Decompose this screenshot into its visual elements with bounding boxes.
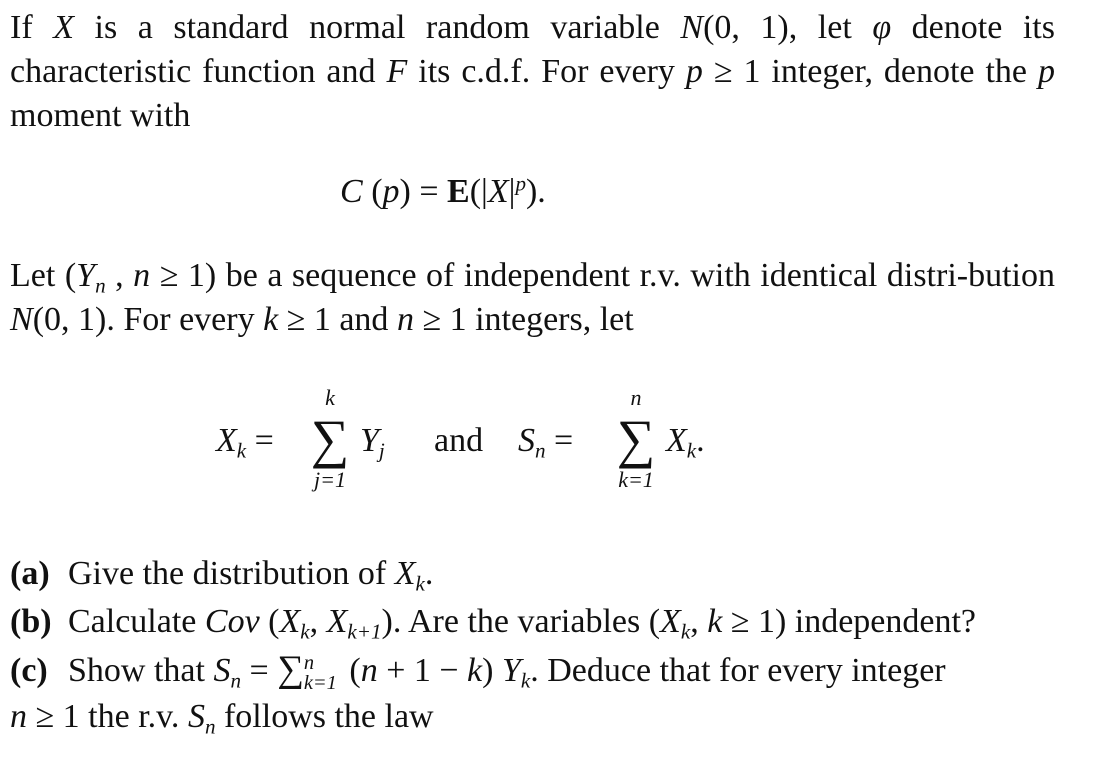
sum-k: n ∑ k=1 [606, 385, 666, 493]
question-label: (b) [10, 603, 52, 640]
var-p: p [685, 53, 703, 90]
Sn-lhs: Sn = [518, 422, 574, 463]
sigma-symbol: ∑ [277, 649, 304, 690]
question-list: (a) Give the distribution of Xk. (b) Calcu… [10, 550, 1055, 739]
sum-definitions: Xk = k ∑ j=1 Yj and Sn = n ∑ k=1 Xk. [212, 385, 772, 505]
Xk-term: Xk. [666, 422, 705, 463]
sigma-symbol: ∑ [616, 409, 656, 469]
var-F: F [386, 53, 408, 90]
normal-N: N [680, 9, 704, 46]
question-label: (c) [10, 652, 48, 689]
var-phi: φ [872, 9, 892, 46]
question-a: (a) Give the distribution of Xk. [10, 555, 434, 596]
and-word: and [434, 422, 484, 459]
intro-paragraph: If X is a standard normal random variabl… [10, 9, 1055, 134]
expectation-E: E [447, 173, 470, 210]
question-c: (c) Show that Sn = ∑ n k=1 (n + 1 − k) Yk. … [10, 649, 946, 695]
sequence-paragraph: Let (Yn , n ≥ 1) be a sequence of indepe… [10, 257, 1055, 338]
question-label: (a) [10, 555, 50, 592]
var-X: X [53, 9, 74, 46]
question-b: (b) Calculate Cov (Xk, Xk+1). Are the var… [10, 603, 977, 644]
var-p: p [1038, 53, 1055, 90]
Xk-lhs: Xk = [216, 422, 274, 463]
sum-j: k ∑ j=1 [300, 385, 360, 493]
Yj-term: Yj [360, 422, 385, 463]
problem-page: If X is a standard normal random variabl… [0, 0, 1103, 773]
question-c-continuation: n ≥ 1 the r.v. Sn follows the law [10, 698, 434, 739]
sigma-symbol: ∑ [310, 409, 350, 469]
moment-formula: C (p) = E(|X|p). [340, 171, 546, 210]
